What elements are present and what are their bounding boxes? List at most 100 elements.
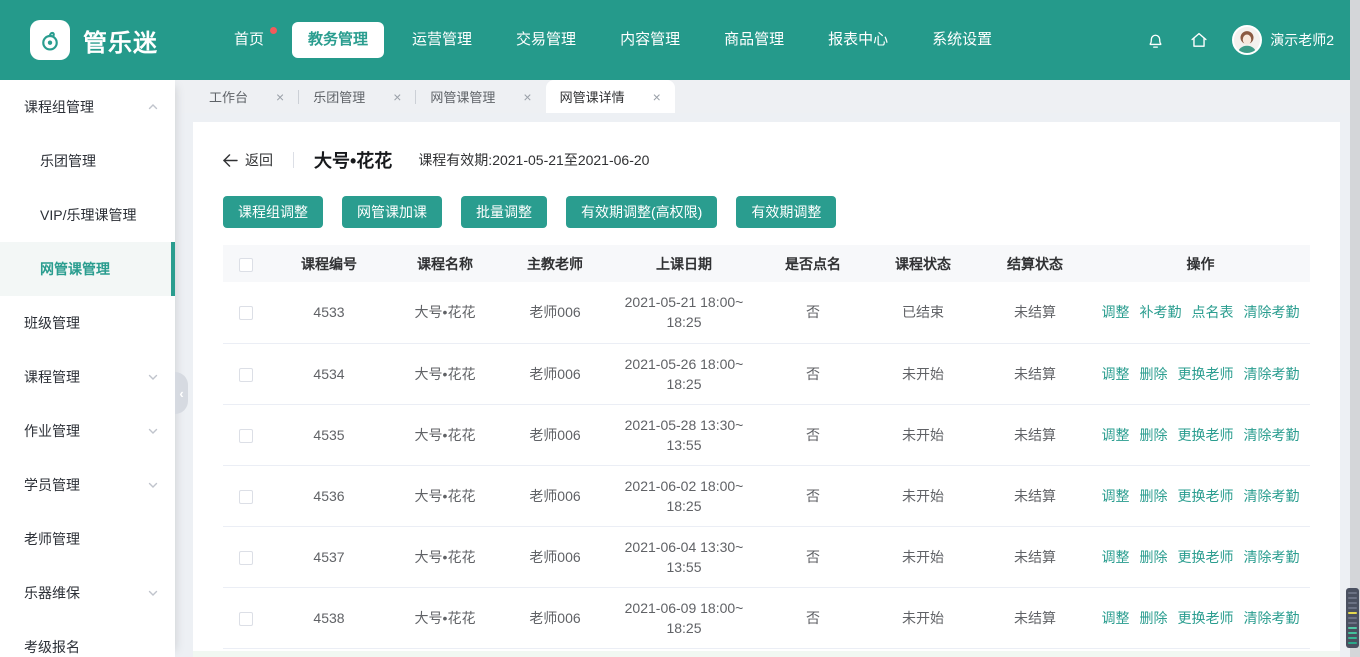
row-action-更换老师[interactable]: 更换老师 <box>1178 364 1234 384</box>
bell-icon[interactable] <box>1144 29 1166 51</box>
sidebar-item-学员管理[interactable]: 学员管理 <box>0 458 175 512</box>
tab-网管课管理[interactable]: 网管课管理× <box>416 80 545 113</box>
sidebar-item-课程管理[interactable]: 课程管理 <box>0 350 175 404</box>
next-row-peek <box>193 651 1340 657</box>
date-cell: 2021-06-04 13:30~13:55 <box>609 526 759 587</box>
sidebar-item-班级管理[interactable]: 班级管理 <box>0 296 175 350</box>
row-action-调整[interactable]: 调整 <box>1102 608 1130 628</box>
row-actions: 调整删除更换老师清除考勤 <box>1091 608 1310 628</box>
detail-card: 返回 大号•花花 课程有效期:2021-05-21至2021-06-20 课程组… <box>193 122 1340 657</box>
row-action-调整[interactable]: 调整 <box>1102 547 1130 567</box>
table-row: 4533大号•花花老师0062021-05-21 18:00~18:25否已结束… <box>223 282 1310 343</box>
row-action-清除考勤[interactable]: 清除考勤 <box>1244 547 1300 567</box>
sidebar-item-网管课管理[interactable]: 网管课管理 <box>0 242 175 296</box>
sidebar-item-考级报名[interactable]: 考级报名 <box>0 620 175 657</box>
sidebar-item-老师管理[interactable]: 老师管理 <box>0 512 175 566</box>
sidebar-item-label: 网管课管理 <box>40 259 110 279</box>
sidebar-item-乐器维保[interactable]: 乐器维保 <box>0 566 175 620</box>
row-checkbox[interactable] <box>239 551 253 565</box>
nav-item-label: 首页 <box>234 31 264 48</box>
scroll-minimap-widget[interactable] <box>1346 588 1359 648</box>
tab-label: 乐团管理 <box>313 87 365 106</box>
tab-工作台[interactable]: 工作台× <box>195 80 298 113</box>
column-header: 课程名称 <box>389 245 501 282</box>
row-select-cell <box>223 465 269 526</box>
teacher-cell: 老师006 <box>501 282 609 343</box>
actions-cell: 调整删除更换老师清除考勤 <box>1091 526 1310 587</box>
action-button-批量调整[interactable]: 批量调整 <box>461 196 547 228</box>
nav-item-运营管理[interactable]: 运营管理 <box>396 22 488 58</box>
row-action-清除考勤[interactable]: 清除考勤 <box>1244 364 1300 384</box>
row-action-清除考勤[interactable]: 清除考勤 <box>1244 608 1300 628</box>
brand-name: 管乐迷 <box>83 23 158 58</box>
row-action-点名表[interactable]: 点名表 <box>1192 302 1234 322</box>
action-button-课程组调整[interactable]: 课程组调整 <box>223 196 323 228</box>
row-checkbox[interactable] <box>239 429 253 443</box>
course-date: 2021-05-21 18:00~18:25 <box>624 292 744 332</box>
nav-item-label: 教务管理 <box>308 31 368 48</box>
tab-close-icon[interactable]: × <box>653 90 661 104</box>
row-action-调整[interactable]: 调整 <box>1102 425 1130 445</box>
row-action-删除[interactable]: 删除 <box>1140 425 1168 445</box>
nav-item-内容管理[interactable]: 内容管理 <box>604 22 696 58</box>
row-action-补考勤[interactable]: 补考勤 <box>1140 302 1182 322</box>
row-action-删除[interactable]: 删除 <box>1140 547 1168 567</box>
row-action-更换老师[interactable]: 更换老师 <box>1178 425 1234 445</box>
action-button-有效期调整[interactable]: 有效期调整 <box>736 196 836 228</box>
tab-网管课详情[interactable]: 网管课详情× <box>546 80 675 113</box>
row-action-删除[interactable]: 删除 <box>1140 364 1168 384</box>
row-action-删除[interactable]: 删除 <box>1140 608 1168 628</box>
browser-scrollbar[interactable] <box>1350 0 1360 657</box>
row-action-调整[interactable]: 调整 <box>1102 302 1130 322</box>
status-cell: 未开始 <box>867 587 979 648</box>
tab-close-icon[interactable]: × <box>393 90 401 104</box>
row-action-删除[interactable]: 删除 <box>1140 486 1168 506</box>
brand-logo-icon <box>30 20 70 60</box>
row-checkbox[interactable] <box>239 612 253 626</box>
select-all-checkbox[interactable] <box>239 258 253 272</box>
back-button[interactable]: 返回 <box>223 150 273 170</box>
tab-乐团管理[interactable]: 乐团管理 × <box>299 80 415 113</box>
row-actions: 调整补考勤点名表清除考勤 <box>1091 302 1310 322</box>
tab-close-icon[interactable]: × <box>276 90 284 104</box>
action-button-网管课加课[interactable]: 网管课加课 <box>342 196 442 228</box>
nav-item-商品管理[interactable]: 商品管理 <box>708 22 800 58</box>
brand[interactable]: 管乐迷 <box>30 20 158 60</box>
row-action-更换老师[interactable]: 更换老师 <box>1178 608 1234 628</box>
course-date: 2021-06-04 13:30~13:55 <box>624 537 744 577</box>
row-action-更换老师[interactable]: 更换老师 <box>1178 547 1234 567</box>
tab-close-icon[interactable]: × <box>523 90 531 104</box>
course-date: 2021-06-09 18:00~18:25 <box>624 598 744 638</box>
row-checkbox[interactable] <box>239 306 253 320</box>
action-button-有效期调整(高权限)[interactable]: 有效期调整(高权限) <box>566 196 717 228</box>
sidebar-item-VIP/乐理课管理[interactable]: VIP/乐理课管理 <box>0 188 175 242</box>
main-nav-menu: 首页 教务管理 运营管理交易管理内容管理商品管理报表中心系统设置 <box>218 22 1008 58</box>
row-action-清除考勤[interactable]: 清除考勤 <box>1244 425 1300 445</box>
row-action-更换老师[interactable]: 更换老师 <box>1178 486 1234 506</box>
sidebar-item-作业管理[interactable]: 作业管理 <box>0 404 175 458</box>
sidebar-item-乐团管理[interactable]: 乐团管理 <box>0 134 175 188</box>
nav-item-交易管理[interactable]: 交易管理 <box>500 22 592 58</box>
nav-item-首页[interactable]: 首页 <box>218 22 280 58</box>
home-icon[interactable] <box>1188 29 1210 51</box>
status-cell: 已结束 <box>867 282 979 343</box>
rollcall-cell: 否 <box>759 465 867 526</box>
sidebar-item-label: 乐器维保 <box>24 583 80 603</box>
sidebar-item-label: 作业管理 <box>24 421 80 441</box>
rollcall-cell: 否 <box>759 282 867 343</box>
sidebar-item-课程组管理[interactable]: 课程组管理 <box>0 80 175 134</box>
row-checkbox[interactable] <box>239 490 253 504</box>
row-checkbox[interactable] <box>239 368 253 382</box>
sidebar-item-label: VIP/乐理课管理 <box>40 205 136 225</box>
nav-item-报表中心[interactable]: 报表中心 <box>812 22 904 58</box>
widget-stripe <box>1348 632 1357 634</box>
nav-item-教务管理[interactable]: 教务管理 <box>292 22 384 58</box>
course-name-cell: 大号•花花 <box>389 587 501 648</box>
row-action-调整[interactable]: 调整 <box>1102 486 1130 506</box>
nav-item-系统设置[interactable]: 系统设置 <box>916 22 1008 58</box>
row-action-清除考勤[interactable]: 清除考勤 <box>1244 486 1300 506</box>
sidebar-collapse-handle[interactable]: ‹ <box>175 372 188 414</box>
row-action-清除考勤[interactable]: 清除考勤 <box>1244 302 1300 322</box>
row-action-调整[interactable]: 调整 <box>1102 364 1130 384</box>
user-menu[interactable]: 演示老师2 <box>1232 25 1334 55</box>
